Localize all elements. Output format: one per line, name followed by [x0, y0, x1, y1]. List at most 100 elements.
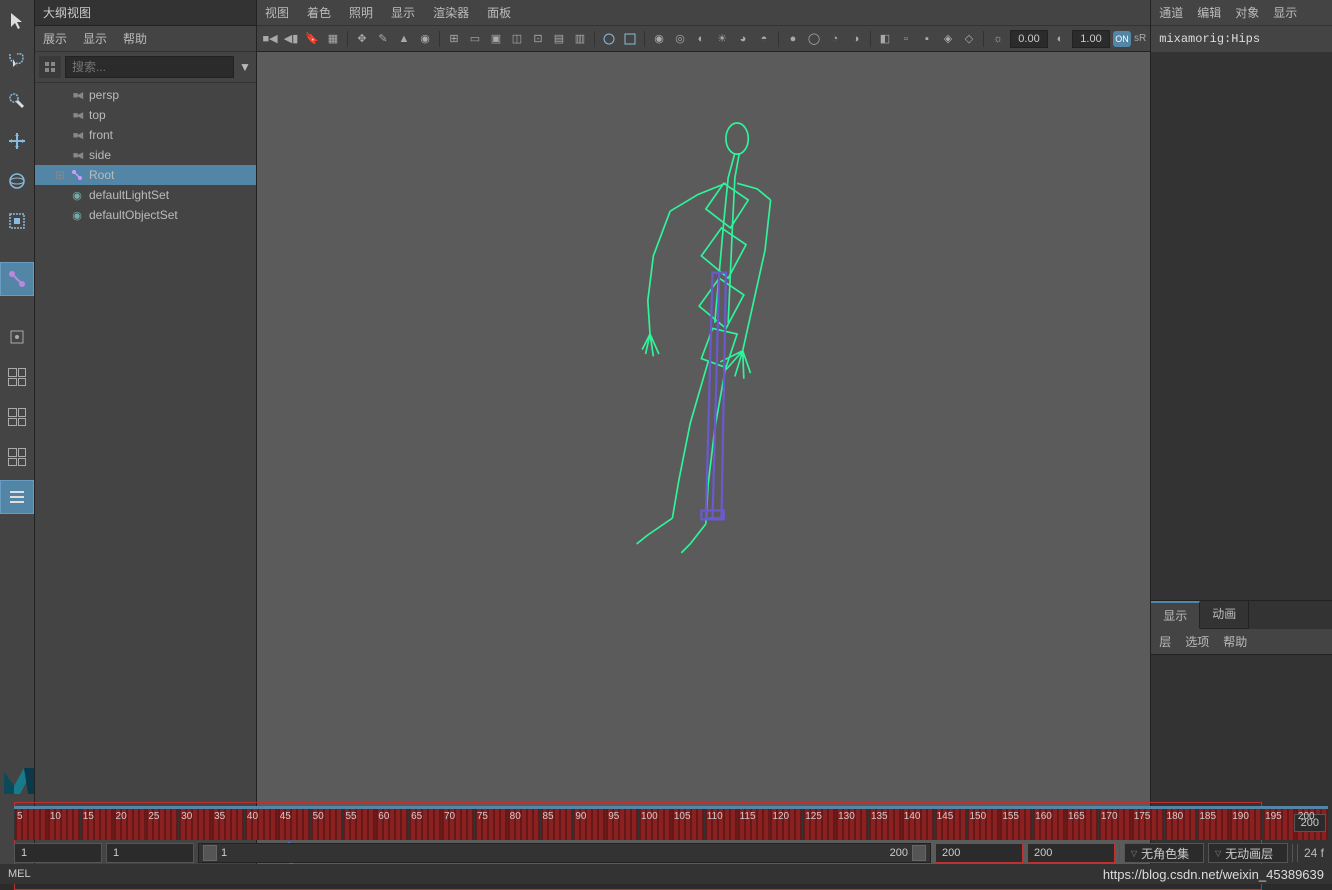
- range-track[interactable]: 1 200: [198, 843, 931, 863]
- shadows-icon[interactable]: ◐: [692, 30, 710, 48]
- isolate-icon[interactable]: ●: [784, 30, 802, 48]
- outliner-search-input[interactable]: [65, 56, 234, 78]
- outliner-filter-icon[interactable]: [39, 56, 61, 78]
- layout-2[interactable]: [0, 400, 34, 434]
- outliner-item-objectset[interactable]: defaultObjectSet: [35, 205, 256, 225]
- view-menu-lighting[interactable]: 照明: [349, 4, 373, 21]
- camera-icon: [69, 128, 85, 142]
- view-menu-view[interactable]: 视图: [265, 4, 289, 21]
- outliner-menu-show[interactable]: 显示: [83, 30, 107, 47]
- playback-start-inner[interactable]: [106, 843, 194, 863]
- outliner-item-persp[interactable]: persp: [35, 85, 256, 105]
- expand-icon[interactable]: ⊞: [55, 168, 65, 182]
- channel-object-name[interactable]: mixamorig:Hips: [1151, 26, 1332, 52]
- motion-blur-icon[interactable]: ◕: [734, 30, 752, 48]
- playback-start-outer[interactable]: [14, 843, 102, 863]
- layer-tab-display[interactable]: 显示: [1151, 601, 1200, 629]
- paint-select-tool[interactable]: [0, 84, 34, 118]
- viewport-3d[interactable]: z y x persp: [257, 52, 1150, 884]
- bookmark-icon[interactable]: 🔖: [303, 30, 321, 48]
- move-tool[interactable]: [0, 124, 34, 158]
- dof-icon[interactable]: ◈: [939, 30, 957, 48]
- outliner-item-side[interactable]: side: [35, 145, 256, 165]
- brush-icon[interactable]: ▲: [395, 30, 413, 48]
- select-tool[interactable]: [0, 4, 34, 38]
- depth-icon[interactable]: ◧: [876, 30, 894, 48]
- set-icon: [69, 188, 85, 202]
- view-menu-panels[interactable]: 面板: [487, 4, 511, 21]
- lasso-tool[interactable]: [0, 44, 34, 78]
- layer-menu-layers[interactable]: 层: [1159, 633, 1171, 650]
- shaded-icon[interactable]: [621, 30, 639, 48]
- hardware-icon[interactable]: ◓: [755, 30, 773, 48]
- safe-title-icon[interactable]: ▥: [571, 30, 589, 48]
- grease-pencil-icon[interactable]: ✎: [374, 30, 392, 48]
- timeline-ruler[interactable]: [14, 806, 1328, 840]
- xray-joints-icon[interactable]: ◔: [826, 30, 844, 48]
- view-menu-renderer[interactable]: 渲染器: [433, 4, 469, 21]
- aa-icon[interactable]: ▫: [897, 30, 915, 48]
- exposure-input[interactable]: [1010, 30, 1048, 48]
- outliner-menu: 展示 显示 帮助: [35, 26, 256, 52]
- textured-icon[interactable]: ◉: [650, 30, 668, 48]
- exposure-icon[interactable]: ☼: [989, 30, 1007, 48]
- character-set-combo[interactable]: ▽无角色集: [1124, 843, 1204, 863]
- range-handle-right[interactable]: [912, 845, 926, 861]
- channel-menu-object[interactable]: 对象: [1235, 4, 1259, 21]
- channel-menu-edit[interactable]: 编辑: [1197, 4, 1221, 21]
- xray-icon[interactable]: ◯: [805, 30, 823, 48]
- grid-icon[interactable]: ⊞: [445, 30, 463, 48]
- outliner-item-front[interactable]: front: [35, 125, 256, 145]
- wireframe-icon[interactable]: [600, 30, 618, 48]
- ghost-icon[interactable]: ◉: [416, 30, 434, 48]
- rotate-tool[interactable]: [0, 164, 34, 198]
- culling-icon[interactable]: ◑: [847, 30, 865, 48]
- playback-end-inner[interactable]: [935, 843, 1023, 863]
- ssao-icon[interactable]: ▪: [918, 30, 936, 48]
- channel-menu: 通道 编辑 对象 显示: [1151, 0, 1332, 26]
- snap-tool[interactable]: [0, 320, 34, 354]
- light-icon[interactable]: ◎: [671, 30, 689, 48]
- camera-lock-icon[interactable]: ◀▮: [282, 30, 300, 48]
- image-plane-icon[interactable]: ▦: [324, 30, 342, 48]
- layer-menu-help[interactable]: 帮助: [1223, 633, 1247, 650]
- layer-tab-anim[interactable]: 动画: [1200, 601, 1249, 629]
- film-gate-icon[interactable]: ▭: [466, 30, 484, 48]
- outliner-toggle[interactable]: [0, 480, 34, 514]
- field-chart-icon[interactable]: ⊡: [529, 30, 547, 48]
- camera-icon: [69, 108, 85, 122]
- sr-label: sR: [1134, 33, 1146, 44]
- search-dropdown-icon[interactable]: ▼: [238, 60, 252, 74]
- time-slider[interactable]: 200 200: [14, 806, 1328, 840]
- playback-end-outer[interactable]: [1027, 843, 1115, 863]
- ao-icon[interactable]: ☀: [713, 30, 731, 48]
- scale-tool[interactable]: [0, 204, 34, 238]
- outliner-menu-help[interactable]: 帮助: [123, 30, 147, 47]
- gamma-icon[interactable]: ◐: [1051, 30, 1069, 48]
- range-handle-left[interactable]: [203, 845, 217, 861]
- gamma-input[interactable]: [1072, 30, 1110, 48]
- resolution-gate-icon[interactable]: ▣: [487, 30, 505, 48]
- 2d-pan-icon[interactable]: ✥: [353, 30, 371, 48]
- anim-layer-combo[interactable]: ▽无动画层: [1208, 843, 1288, 863]
- mel-label[interactable]: MEL: [8, 868, 31, 880]
- outliner-menu-display[interactable]: 展示: [43, 30, 67, 47]
- layer-menu-options[interactable]: 选项: [1185, 633, 1209, 650]
- view-menu-shading[interactable]: 着色: [307, 4, 331, 21]
- fps-display[interactable]: 24 f: [1297, 844, 1328, 862]
- gate-mask-icon[interactable]: ◫: [508, 30, 526, 48]
- motion-icon[interactable]: ◇: [960, 30, 978, 48]
- camera-select-icon[interactable]: ■◀: [261, 30, 279, 48]
- outliner-item-top[interactable]: top: [35, 105, 256, 125]
- channel-menu-show[interactable]: 显示: [1273, 4, 1297, 21]
- layout-1[interactable]: [0, 360, 34, 394]
- color-mgmt-badge[interactable]: ON: [1113, 31, 1131, 47]
- skeleton-tool[interactable]: [0, 262, 34, 296]
- safe-action-icon[interactable]: ▤: [550, 30, 568, 48]
- outliner-item-lightset[interactable]: defaultLightSet: [35, 185, 256, 205]
- layout-3[interactable]: [0, 440, 34, 474]
- outliner-item-root[interactable]: ⊞Root: [35, 165, 256, 185]
- layer-menu: 层 选项 帮助: [1151, 629, 1332, 654]
- channel-menu-channels[interactable]: 通道: [1159, 4, 1183, 21]
- view-menu-show[interactable]: 显示: [391, 4, 415, 21]
